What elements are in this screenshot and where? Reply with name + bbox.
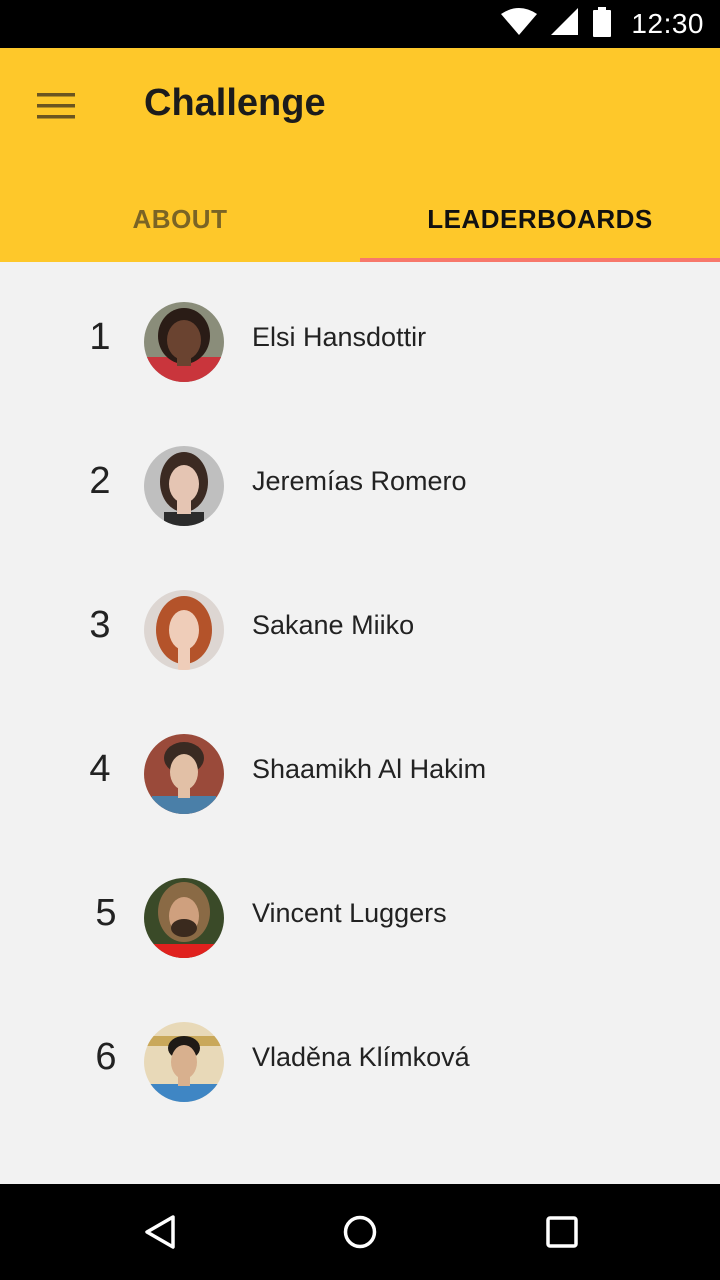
- tab-about-label: ABOUT: [132, 203, 228, 234]
- app-bar: Challenge ABOUT LEADERBOARDS: [0, 48, 720, 262]
- status-icons: 12:30: [501, 0, 704, 48]
- leaderboard-row[interactable]: 4 Shaamikh Al Hakim: [0, 694, 720, 838]
- tab-about[interactable]: ABOUT: [0, 176, 360, 262]
- leaderboard-row[interactable]: 2 Jeremías Romero: [0, 406, 720, 550]
- home-icon[interactable]: [330, 1202, 390, 1262]
- rank-number: 5: [95, 892, 117, 934]
- wifi-icon: [501, 7, 538, 41]
- player-name: Jeremías Romero: [252, 466, 467, 496]
- avatar: [144, 734, 224, 814]
- status-bar: 12:30: [0, 0, 720, 48]
- rank-number: 2: [89, 460, 111, 502]
- status-time: 12:30: [631, 8, 704, 39]
- leaderboard-row[interactable]: 3 Sakane Miiko: [0, 550, 720, 694]
- avatar: [144, 446, 224, 526]
- tab-leaderboards-label: LEADERBOARDS: [427, 203, 653, 234]
- page-title: Challenge: [144, 82, 326, 124]
- system-nav-bar: [0, 1184, 720, 1280]
- player-name: Vincent Luggers: [252, 898, 447, 928]
- player-name: Elsi Hansdottir: [252, 322, 427, 352]
- avatar: [144, 590, 224, 670]
- avatar: [144, 1022, 224, 1102]
- leaderboard-row[interactable]: 1 Elsi Hansdottir: [0, 262, 720, 406]
- rank-number: 3: [89, 604, 111, 646]
- avatar: [144, 302, 224, 382]
- avatar: [144, 878, 224, 958]
- signal-icon: [551, 7, 579, 41]
- hamburger-menu-icon[interactable]: [28, 84, 84, 128]
- battery-icon: [593, 6, 612, 42]
- leaderboard-row[interactable]: 5 Vincent Luggers: [0, 838, 720, 982]
- back-icon[interactable]: [130, 1202, 190, 1262]
- player-name: Shaamikh Al Hakim: [252, 754, 487, 784]
- leaderboard-list: 1 Elsi Hansdottir 2 Jeremías Romero 3 Sa…: [0, 262, 720, 1184]
- tab-leaderboards[interactable]: LEADERBOARDS: [360, 176, 720, 262]
- leaderboard-row[interactable]: 6 Vladěna Klímková: [0, 982, 720, 1126]
- rank-number: 6: [95, 1036, 117, 1078]
- recents-icon[interactable]: [532, 1202, 592, 1262]
- rank-number: 4: [89, 748, 111, 790]
- player-name: Sakane Miiko: [252, 610, 415, 640]
- rank-number: 1: [89, 316, 111, 358]
- player-name: Vladěna Klímková: [252, 1042, 470, 1072]
